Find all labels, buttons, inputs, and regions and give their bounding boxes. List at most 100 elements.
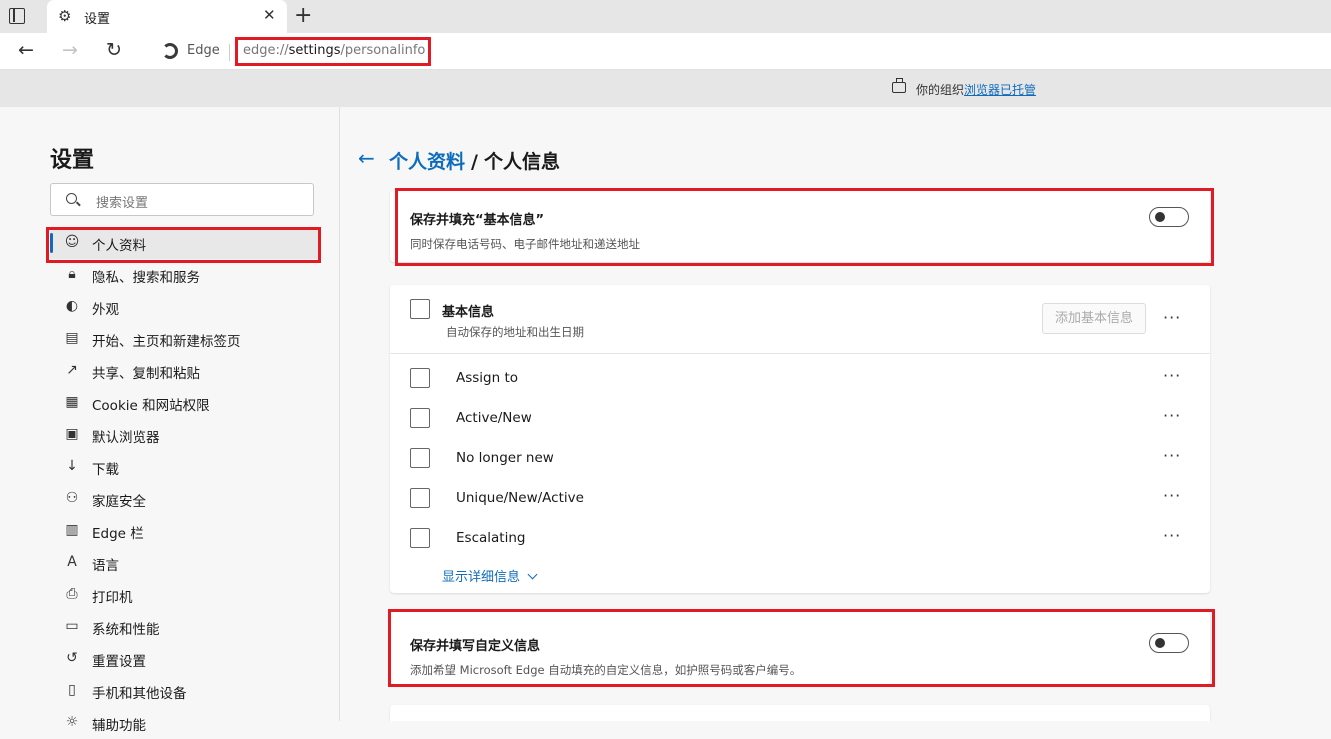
next-card [390, 705, 1210, 721]
sidebar-item-label: Edge 栏 [92, 526, 144, 542]
close-icon[interactable]: ✕ [263, 6, 276, 24]
list-item: Active/New [456, 410, 532, 426]
briefcase-icon [892, 78, 906, 93]
home-tab-icon: ▤ [65, 330, 79, 346]
tab-settings[interactable]: ⚙ 设置 ✕ [47, 0, 287, 33]
edge-logo-icon [162, 43, 178, 59]
divider [390, 353, 1210, 354]
forward-icon[interactable]: → [62, 39, 78, 61]
sidebar-item-label: 隐私、搜索和服务 [92, 270, 200, 286]
url-highlight: settings [288, 43, 341, 58]
sidebar-item-label: 外观 [92, 302, 119, 318]
row-checkbox[interactable] [410, 448, 430, 468]
row-more-icon[interactable]: ··· [1163, 366, 1181, 385]
list-item: No longer new [456, 450, 554, 466]
site-permissions-icon: ▦ [65, 394, 79, 410]
sidebar-item-label: 系统和性能 [92, 622, 160, 638]
sidebar-item-language[interactable]: A 语言 [50, 547, 320, 579]
sidebar-item-system[interactable]: ▭ 系统和性能 [50, 611, 320, 643]
url-prefix: edge:// [243, 43, 289, 58]
address-bar[interactable]: Edge edge://settings/personalinfo [145, 37, 1331, 66]
url-field[interactable]: edge://settings/personalinfo [235, 37, 431, 66]
tab-actions-icon[interactable] [9, 8, 25, 24]
managed-text: 你的组织浏览器已托管 [916, 81, 1036, 98]
edge-label: Edge [187, 43, 220, 58]
add-basic-info-button[interactable]: 添加基本信息 [1042, 303, 1146, 334]
row-more-icon[interactable]: ··· [1163, 486, 1181, 505]
row-checkbox[interactable] [410, 408, 430, 428]
chevron-down-icon [527, 569, 538, 580]
sidebar-item-family[interactable]: ⚇ 家庭安全 [50, 483, 320, 515]
sidebar-nav: ☺ 个人资料 🔒︎ 隐私、搜索和服务 ◐ 外观 ▤ 开始、主页和新建标签页 ↗ 共享、复制… [50, 227, 320, 739]
sidebar-item-label: 共享、复制和粘贴 [92, 366, 200, 382]
new-tab-icon[interactable]: + [294, 3, 312, 28]
sidebar-item-start[interactable]: ▤ 开始、主页和新建标签页 [50, 323, 320, 355]
sidebar-item-accessibility[interactable]: ☼ 辅助功能 [50, 707, 320, 739]
sidebar-item-label: 辅助功能 [92, 718, 146, 734]
sidebar-item-label: 开始、主页和新建标签页 [92, 334, 241, 350]
sidebar-item-label: 家庭安全 [92, 494, 146, 510]
show-details-link[interactable]: 显示详细信息 [442, 566, 538, 585]
basic-info-title: 基本信息 [442, 305, 495, 320]
sidebar-item-share[interactable]: ↗ 共享、复制和粘贴 [50, 355, 320, 387]
row-checkbox[interactable] [410, 528, 430, 548]
breadcrumb-parent[interactable]: 个人资料 [389, 151, 465, 173]
sidebar-item-printers[interactable]: ⎙ 打印机 [50, 579, 320, 611]
row-more-icon[interactable]: ··· [1163, 406, 1181, 425]
row-more-icon[interactable]: ··· [1163, 446, 1181, 465]
reset-icon: ↺ [66, 650, 78, 666]
row-checkbox[interactable] [410, 368, 430, 388]
list-item: Unique/New/Active [456, 490, 584, 506]
sidebar-item-label: 手机和其他设备 [92, 686, 187, 702]
row-more-icon[interactable]: ··· [1163, 526, 1181, 545]
browser-icon: ▣ [65, 426, 79, 442]
list-item: Assign to [456, 370, 519, 386]
sidebar-item-privacy[interactable]: 🔒︎ 隐私、搜索和服务 [50, 259, 320, 291]
gear-icon: ⚙ [58, 7, 72, 25]
download-icon: ↓ [66, 458, 78, 474]
sidebar-item-reset[interactable]: ↺ 重置设置 [50, 643, 320, 675]
sidebar-item-default-browser[interactable]: ▣ 默认浏览器 [50, 419, 320, 451]
row-checkbox[interactable] [410, 488, 430, 508]
sidebar-item-cookies[interactable]: ▦ Cookie 和网站权限 [50, 387, 320, 419]
back-arrow-icon[interactable]: ← [358, 146, 375, 170]
share-icon: ↗ [66, 362, 78, 378]
basic-info-desc: 自动保存的地址和出生日期 [446, 325, 584, 339]
managed-link[interactable]: 浏览器已托管 [964, 83, 1036, 97]
url-suffix: /personalinfo [340, 43, 426, 58]
edge-bar-icon: ▥ [65, 522, 79, 538]
address-divider [229, 44, 230, 61]
sidebar-item-label: 重置设置 [92, 654, 146, 670]
back-icon[interactable]: ← [18, 39, 34, 61]
language-icon: A [67, 554, 77, 570]
managed-banner: 你的组织浏览器已托管 [0, 70, 1331, 107]
main-content: ← 个人资料 / 个人信息 保存并填充“基本信息” 同时保存电话号码、电子邮件地址和… [341, 107, 1331, 721]
accessibility-icon: ☼ [65, 714, 79, 730]
sidebar-item-phone[interactable]: ▯ 手机和其他设备 [50, 675, 320, 707]
select-all-checkbox[interactable] [410, 299, 430, 319]
highlight-frame-profile [46, 227, 321, 263]
refresh-icon[interactable]: ↻ [106, 39, 122, 61]
page-title: 个人信息 [483, 151, 560, 173]
tab-title: 设置 [84, 12, 111, 27]
search-input[interactable]: 搜索设置 [50, 183, 314, 216]
lock-icon: 🔒︎ [68, 266, 76, 282]
sidebar-item-edge-bar[interactable]: ▥ Edge 栏 [50, 515, 320, 547]
search-icon [66, 193, 77, 204]
search-placeholder: 搜索设置 [96, 196, 149, 211]
printer-icon: ⎙ [66, 586, 78, 602]
tab-bar: ⚙ 设置 ✕ + [0, 0, 1331, 33]
settings-sidebar: 设置 搜索设置 ☺ 个人资料 🔒︎ 隐私、搜索和服务 ◐ 外观 ▤ 开始、主页和新建标签… [0, 107, 340, 734]
sidebar-item-appearance[interactable]: ◐ 外观 [50, 291, 320, 323]
breadcrumb-separator: / [471, 151, 478, 173]
basic-info-card: 基本信息 自动保存的地址和出生日期 添加基本信息 ··· Assign to ·… [390, 285, 1210, 593]
sidebar-item-downloads[interactable]: ↓ 下载 [50, 451, 320, 483]
more-options-icon[interactable]: ··· [1163, 308, 1181, 327]
laptop-icon: ▭ [65, 618, 79, 634]
breadcrumb: 个人资料 / 个人信息 [389, 147, 560, 174]
family-icon: ⚇ [65, 490, 79, 506]
sidebar-title: 设置 [50, 148, 95, 173]
show-details-label: 显示详细信息 [442, 570, 521, 585]
sidebar-item-label: 打印机 [92, 590, 133, 606]
highlight-frame-custom-toggle [388, 609, 1215, 687]
